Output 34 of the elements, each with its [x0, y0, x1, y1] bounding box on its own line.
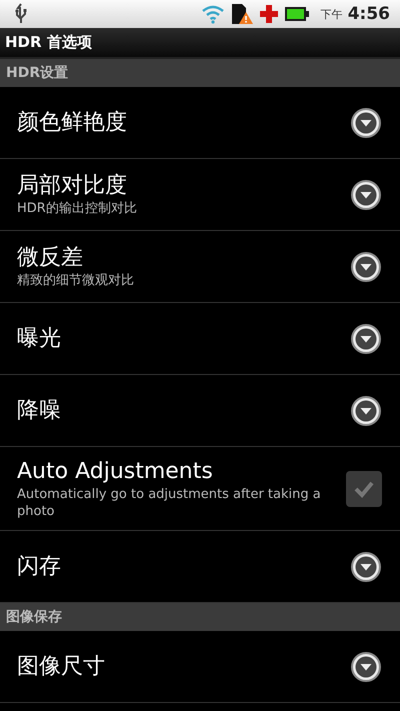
preference-item[interactable]: 颜色鲜艳度: [0, 87, 400, 159]
dropdown-icon[interactable]: [350, 106, 382, 138]
clock-time: 4:56: [348, 4, 390, 24]
dropdown-icon[interactable]: [350, 322, 382, 354]
preference-title: 局部对比度: [17, 172, 128, 200]
preference-item[interactable]: 降噪: [0, 375, 400, 447]
preference-title: 颜色鲜艳度: [17, 108, 128, 136]
medical-cross-icon: [258, 4, 279, 24]
preference-title: 曝光: [17, 324, 62, 352]
preference-title: 降噪: [17, 396, 62, 424]
preference-title: 微反差: [17, 244, 84, 272]
preference-title: 闪存: [17, 552, 62, 580]
dropdown-icon[interactable]: [350, 394, 382, 426]
preference-summary: HDR的输出控制对比: [17, 200, 138, 217]
preference-item[interactable]: 微反差 精致的细节微观对比: [0, 231, 400, 303]
sd-card-warning-icon: [230, 3, 254, 25]
preference-item[interactable]: 图像尺寸: [0, 631, 400, 703]
dropdown-icon[interactable]: [350, 650, 382, 682]
usb-icon: [14, 3, 28, 25]
preference-title: Auto Adjustments: [17, 458, 214, 486]
preference-summary: Automatically go to adjustments after taking a photo: [17, 486, 322, 520]
preference-title: 图像尺寸: [17, 652, 106, 680]
time-period: 下午: [320, 6, 343, 22]
preference-summary: 精致的细节微观对比: [17, 272, 135, 289]
dropdown-icon[interactable]: [350, 250, 382, 282]
battery-icon: [284, 6, 310, 22]
section-title: HDR设置: [6, 64, 68, 82]
preference-item[interactable]: 曝光: [0, 303, 400, 375]
dropdown-icon[interactable]: [350, 550, 382, 582]
section-title: 图像保存: [6, 608, 62, 626]
preference-item[interactable]: 局部对比度 HDR的输出控制对比: [0, 159, 400, 231]
wifi-icon: [200, 4, 225, 24]
window-title: HDR 首选项: [5, 33, 92, 52]
dropdown-icon[interactable]: [350, 178, 382, 210]
